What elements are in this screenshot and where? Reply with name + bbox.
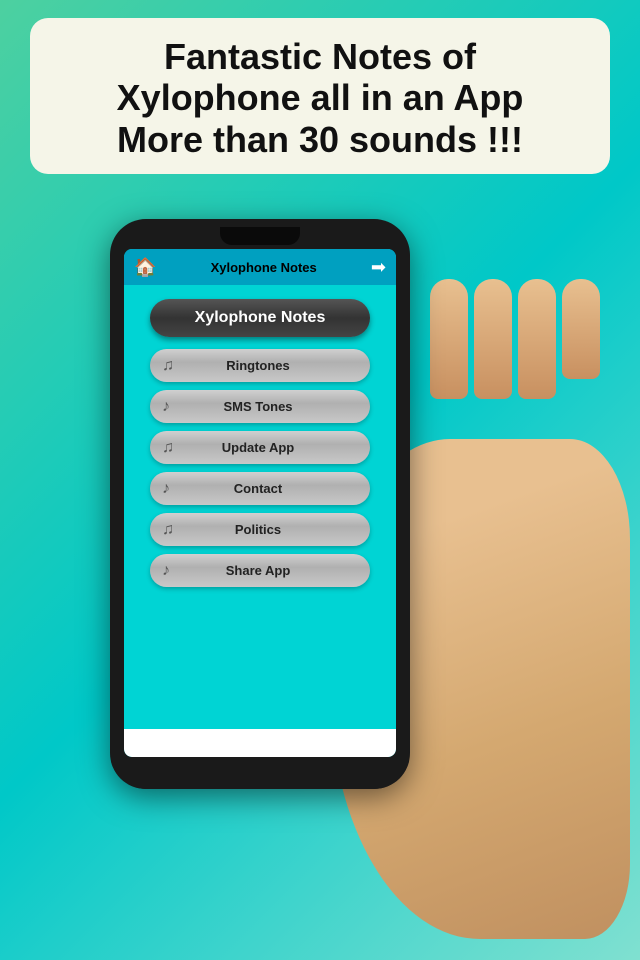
music-icon-contact: ♪ <box>162 480 170 498</box>
menu-item-contact[interactable]: ♪ Contact <box>150 472 370 505</box>
phone-body: 🏠 Xylophone Notes ➡ Xylophone Notes ♫ Ri… <box>110 219 410 789</box>
menu-label-ringtones: Ringtones <box>226 358 290 373</box>
music-icon-ringtones: ♫ <box>162 357 174 375</box>
menu-label-update: Update App <box>222 440 294 455</box>
music-icon-politics: ♫ <box>162 521 174 539</box>
menu-item-share-app[interactable]: ♪ Share App <box>150 554 370 587</box>
banner-text: Fantastic Notes of Xylophone all in an A… <box>54 36 586 160</box>
app-content: Xylophone Notes ♫ Ringtones ♪ SMS Tones … <box>124 285 396 729</box>
menu-label-politics: Politics <box>235 522 281 537</box>
phone-screen: 🏠 Xylophone Notes ➡ Xylophone Notes ♫ Ri… <box>124 249 396 757</box>
exit-icon[interactable]: ➡ <box>371 257 386 278</box>
app-title: Xylophone Notes <box>211 260 317 275</box>
music-icon-share: ♪ <box>162 562 170 580</box>
menu-label-sms: SMS Tones <box>223 399 292 414</box>
menu-item-politics[interactable]: ♫ Politics <box>150 513 370 546</box>
promo-banner: Fantastic Notes of Xylophone all in an A… <box>30 18 610 174</box>
home-icon[interactable]: 🏠 <box>134 257 156 278</box>
screen-bottom-bar <box>124 729 396 757</box>
music-icon-sms: ♪ <box>162 398 170 416</box>
menu-label-contact: Contact <box>234 481 282 496</box>
phone-bottom <box>110 761 410 789</box>
app-header: 🏠 Xylophone Notes ➡ <box>124 249 396 285</box>
phone-mockup: 🏠 Xylophone Notes ➡ Xylophone Notes ♫ Ri… <box>70 189 570 909</box>
menu-item-ringtones[interactable]: ♫ Ringtones <box>150 349 370 382</box>
menu-item-update-app[interactable]: ♫ Update App <box>150 431 370 464</box>
menu-item-sms-tones[interactable]: ♪ SMS Tones <box>150 390 370 423</box>
main-title-button[interactable]: Xylophone Notes <box>150 299 370 337</box>
menu-label-share: Share App <box>226 563 291 578</box>
phone-notch <box>220 227 300 245</box>
music-icon-update: ♫ <box>162 439 174 457</box>
